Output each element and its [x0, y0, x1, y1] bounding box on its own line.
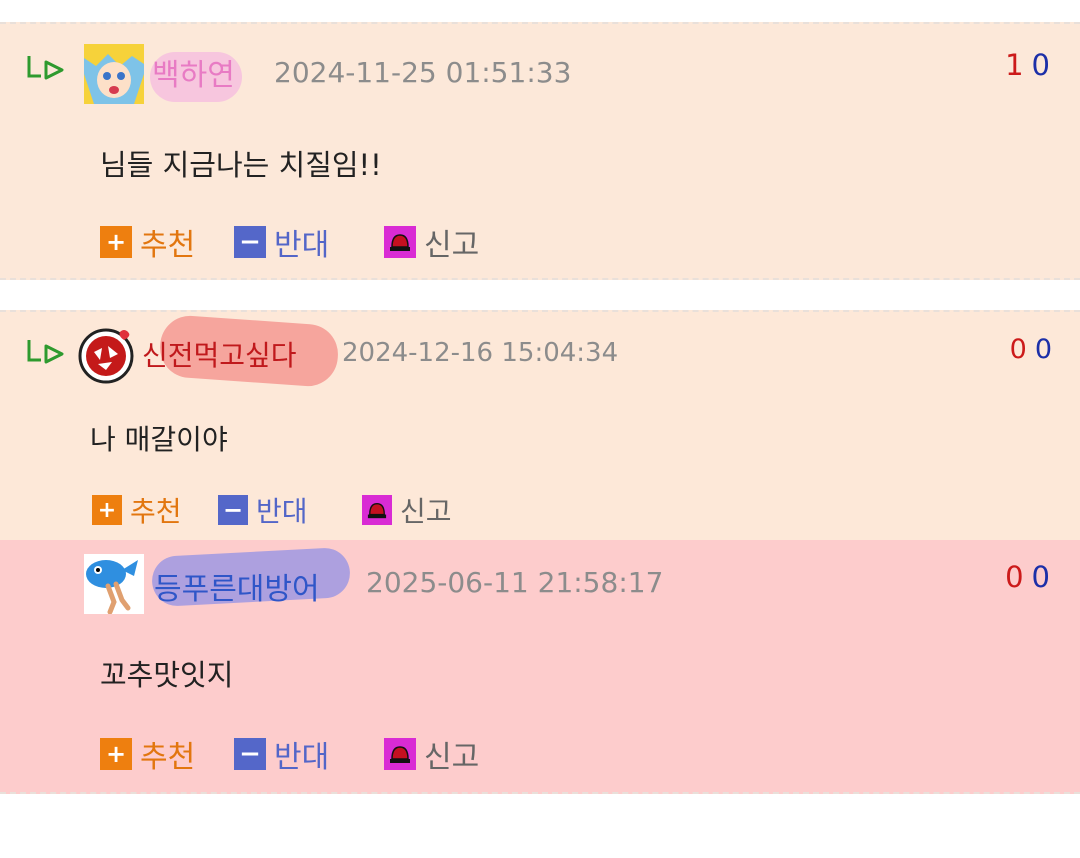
- recommend-button[interactable]: + 추천: [92, 490, 182, 530]
- vote-down-count: 0: [1031, 48, 1050, 82]
- comment-date: 2024-11-25 01:51:33: [274, 56, 572, 89]
- nickname[interactable]: 백하연: [152, 50, 235, 94]
- recommend-label: 추천: [140, 228, 196, 263]
- oppose-label: 반대: [256, 495, 308, 528]
- minus-icon: −: [234, 226, 266, 258]
- minus-icon: −: [218, 495, 248, 525]
- oppose-label: 반대: [274, 740, 330, 775]
- vote-up-count: 0: [1005, 560, 1024, 594]
- comment-item: 등푸른대방어 2025-06-11 21:58:17 00 꼬추맛잇지 + 추천…: [0, 540, 1080, 794]
- vote-down-count: 0: [1031, 560, 1050, 594]
- avatar[interactable]: [78, 328, 134, 384]
- comment-item: 신전먹고싶다 2024-12-16 15:04:34 00 나 매갈이야 + 추…: [0, 310, 1080, 542]
- report-button[interactable]: 신고: [384, 732, 479, 776]
- siren-icon: [384, 226, 416, 258]
- report-label: 신고: [424, 740, 480, 775]
- oppose-label: 반대: [274, 228, 330, 263]
- report-label: 신고: [424, 228, 480, 263]
- vote-up-count: 0: [1009, 334, 1027, 365]
- minus-icon: −: [234, 738, 266, 770]
- siren-icon: [362, 495, 392, 525]
- report-button[interactable]: 신고: [384, 220, 479, 264]
- vote-counts: 00: [1010, 334, 1052, 365]
- recommend-button[interactable]: + 추천: [100, 220, 195, 264]
- recommend-label: 추천: [130, 495, 182, 528]
- plus-icon: +: [100, 226, 132, 258]
- reply-arrow-icon: [27, 56, 64, 80]
- vote-counts: 00: [1005, 560, 1050, 594]
- vote-down-count: 0: [1034, 334, 1052, 365]
- comment-item: 백하연 2024-11-25 01:51:33 10 님들 지금나는 치질임!!…: [0, 22, 1080, 280]
- vote-counts: 10: [1005, 48, 1050, 82]
- vote-up-count: 1: [1005, 48, 1024, 82]
- reply-arrow-icon: [27, 340, 64, 364]
- comment-date: 2024-12-16 15:04:34: [342, 338, 619, 368]
- recommend-label: 추천: [140, 740, 196, 775]
- avatar-image: [78, 328, 134, 384]
- comment-content: 꼬추맛잇지: [100, 658, 234, 692]
- report-button[interactable]: 신고: [362, 490, 452, 530]
- oppose-button[interactable]: − 반대: [234, 220, 329, 264]
- comment-content: 님들 지금나는 치질임!!: [100, 148, 382, 182]
- report-label: 신고: [400, 495, 452, 528]
- siren-icon: [384, 738, 416, 770]
- comment-content: 나 매갈이야: [90, 423, 228, 456]
- avatar[interactable]: [84, 44, 144, 104]
- comment-date: 2025-06-11 21:58:17: [366, 566, 664, 599]
- nickname[interactable]: 신전먹고싶다: [142, 334, 297, 374]
- avatar[interactable]: [84, 554, 144, 614]
- nickname[interactable]: 등푸른대방어: [154, 564, 320, 608]
- avatar-image: [84, 554, 144, 614]
- plus-icon: +: [100, 738, 132, 770]
- avatar-image: [84, 44, 144, 104]
- plus-icon: +: [92, 495, 122, 525]
- oppose-button[interactable]: − 반대: [218, 490, 308, 530]
- recommend-button[interactable]: + 추천: [100, 732, 195, 776]
- oppose-button[interactable]: − 반대: [234, 732, 329, 776]
